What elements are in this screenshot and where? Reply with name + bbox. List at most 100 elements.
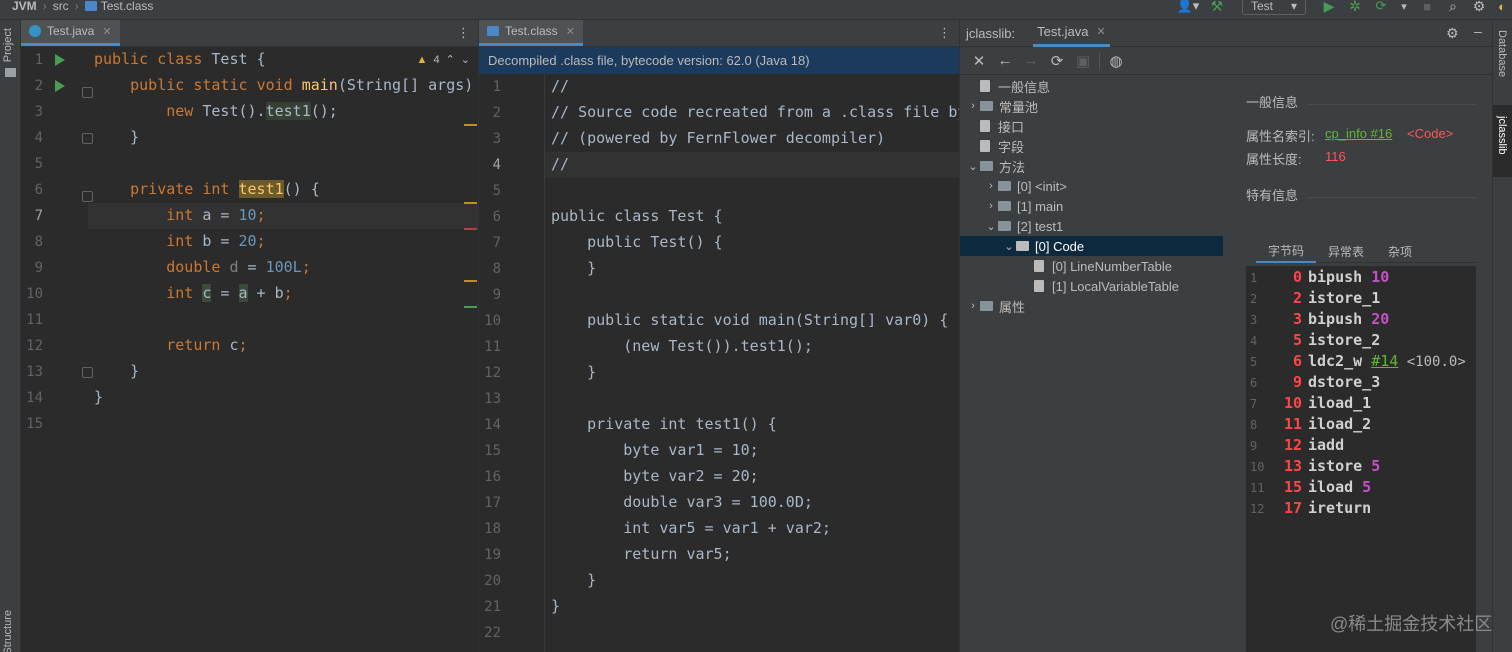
breadcrumb-file[interactable]: Test.class bbox=[101, 0, 154, 13]
bytecode-offset: 13 bbox=[1283, 457, 1302, 475]
chevron-right-icon[interactable]: › bbox=[966, 100, 980, 112]
more-options-icon[interactable]: ⋮ bbox=[938, 25, 951, 41]
project-tool-icon[interactable] bbox=[5, 68, 16, 77]
tree-node-label: 常量池 bbox=[999, 99, 1039, 115]
back-arrow-icon[interactable]: ← bbox=[992, 52, 1018, 69]
tab-test-java[interactable]: Test.java ✕ bbox=[21, 20, 120, 46]
gear-icon[interactable]: ⚙ bbox=[1466, 0, 1492, 15]
constant-pool-link[interactable]: #14 bbox=[1371, 352, 1398, 370]
run-gutter-icon[interactable] bbox=[55, 54, 65, 66]
fold-icon[interactable] bbox=[82, 367, 93, 378]
coverage-icon[interactable]: ⟳ bbox=[1368, 0, 1394, 14]
tree-node[interactable]: ⌄ [2] test1 bbox=[984, 216, 1063, 236]
inspection-widget[interactable]: ▲ 4 ⌃ ⌄ bbox=[417, 53, 470, 67]
tree-node[interactable]: 字段 bbox=[966, 136, 1024, 156]
tab-exception-table[interactable]: 异常表 bbox=[1316, 240, 1376, 263]
tree-node[interactable]: › 属性 bbox=[966, 296, 1025, 316]
tree-node[interactable]: ⌄ [0] Code bbox=[1002, 236, 1084, 256]
breadcrumb-folder[interactable]: src bbox=[53, 0, 69, 13]
close-icon[interactable]: ✕ bbox=[966, 52, 992, 70]
code-area[interactable]: 1 2 3 4 5 6 7 8 9 10 11 12 13 14 15 ▲ 4 ⌃ ⌄ public cla… bbox=[21, 47, 478, 652]
tree-node-label: 字段 bbox=[998, 139, 1025, 155]
run-icon[interactable]: ▶ bbox=[1316, 0, 1342, 15]
more-options-icon[interactable]: ⋮ bbox=[457, 25, 470, 41]
jclasslib-tool-tab[interactable]: jclasslib bbox=[1496, 116, 1508, 155]
tree-node[interactable]: [1] LocalVariableTable bbox=[1020, 276, 1179, 296]
tree-node[interactable]: [0] LineNumberTable bbox=[1020, 256, 1172, 276]
chevron-down-icon[interactable]: ⌄ bbox=[984, 220, 998, 233]
save-icon[interactable]: ▣ bbox=[1070, 52, 1096, 70]
tab-label: Test.class bbox=[505, 24, 558, 38]
structure-tool-tab[interactable]: Structure bbox=[2, 610, 14, 652]
tree-selection-highlight bbox=[960, 236, 1223, 256]
code-area[interactable]: 1 2 3 4 5 6 7 8 9 10 11 12 13 14 15 16 17 18 19 20 21 22 ////… bbox=[479, 74, 959, 652]
code-line: new Test().test1(); bbox=[94, 102, 338, 120]
line-number: 11 bbox=[1250, 481, 1265, 495]
bytecode-line: 7 10 iload_1 bbox=[1250, 394, 1371, 412]
user-icon[interactable]: 👤▾ bbox=[1174, 0, 1202, 14]
tree-node-label: [0] LineNumberTable bbox=[1052, 258, 1172, 274]
fold-icon[interactable] bbox=[82, 133, 93, 144]
operand: 10 bbox=[1362, 268, 1390, 286]
code-line: public static void main(String[] args) { bbox=[94, 76, 478, 94]
search-icon[interactable]: ⌕ bbox=[1440, 0, 1466, 15]
line-number: 3 bbox=[1250, 313, 1258, 327]
project-tool-tab[interactable]: Project bbox=[2, 28, 14, 62]
chevron-up-icon[interactable]: ⌃ bbox=[446, 53, 455, 66]
run-config-select[interactable]: Test ▾ bbox=[1241, 0, 1306, 15]
close-icon[interactable]: ✕ bbox=[566, 25, 575, 38]
chevron-right-icon[interactable]: › bbox=[966, 300, 980, 312]
bytecode-line: 5 6 ldc2_w #14 <100.0> bbox=[1250, 352, 1466, 370]
folder-icon bbox=[998, 221, 1011, 231]
build-hammer-icon[interactable]: ⚒ bbox=[1202, 0, 1232, 15]
tree-node[interactable]: 一般信息 bbox=[966, 76, 1050, 96]
tab-test-class[interactable]: Test.class ✕ bbox=[479, 20, 583, 46]
fold-icon[interactable] bbox=[82, 191, 93, 202]
debug-bug-icon[interactable]: ✲ bbox=[1342, 0, 1368, 15]
chevron-down-icon[interactable]: ⌄ bbox=[966, 160, 980, 173]
cp-info-link[interactable]: cp_info #16 bbox=[1325, 126, 1392, 141]
code-subtabs: 字节码 异常表 杂项 bbox=[1256, 240, 1476, 263]
attr-name-label: 属性名索引: bbox=[1246, 129, 1315, 144]
forward-arrow-icon[interactable]: → bbox=[1018, 52, 1044, 69]
run-gutter-icon[interactable] bbox=[55, 80, 65, 92]
tree-node[interactable]: ⌄ 方法 bbox=[966, 156, 1025, 176]
web-globe-icon[interactable]: ◍ bbox=[1103, 52, 1129, 70]
breadcrumb-project[interactable]: JVM bbox=[12, 0, 37, 13]
line-number: 6 bbox=[492, 209, 501, 225]
tab-jclasslib-test-java[interactable]: Test.java ✕ bbox=[1033, 20, 1110, 47]
code-token: new bbox=[166, 102, 203, 120]
stop-icon[interactable]: ■ bbox=[1414, 0, 1440, 14]
tree-node-label: 接口 bbox=[998, 119, 1025, 135]
fold-icon[interactable] bbox=[82, 87, 93, 98]
database-tool-tab[interactable]: Database bbox=[1496, 30, 1508, 77]
bytecode-offset: 11 bbox=[1283, 415, 1302, 433]
close-icon[interactable]: ✕ bbox=[1096, 25, 1105, 38]
tree-node[interactable]: › [0] <init> bbox=[984, 176, 1067, 196]
line-number: 2 bbox=[1250, 292, 1258, 306]
ide-window: JVM › src › Test.class 👤▾ ⚒ Test ▾ ▶ ✲ ⟳… bbox=[0, 0, 1512, 652]
code-token: test1 bbox=[265, 102, 311, 120]
close-icon[interactable]: ✕ bbox=[102, 25, 111, 38]
warning-count: 4 bbox=[433, 53, 440, 66]
attr-name-value: <Code> bbox=[1407, 126, 1454, 141]
tab-bytecode[interactable]: 字节码 bbox=[1256, 240, 1317, 263]
bytecode-listing[interactable]: 1 0 bipush 10 2 2 istore_1 3 3 bipush 20 4 5 istore… bbox=[1246, 266, 1476, 652]
chevron-down-icon[interactable]: ⌄ bbox=[1002, 240, 1016, 253]
line-number: 8 bbox=[34, 234, 43, 250]
opcode: iadd bbox=[1308, 436, 1345, 454]
code-token: private bbox=[130, 180, 203, 198]
attr-length-value: 116 bbox=[1325, 149, 1346, 164]
tree-node[interactable]: 接口 bbox=[966, 116, 1024, 136]
more-run-options-icon[interactable]: ▾ bbox=[1394, 0, 1414, 13]
gear-icon[interactable]: ⚙ bbox=[1446, 25, 1459, 42]
refresh-icon[interactable]: ⟳ bbox=[1044, 52, 1070, 70]
minimize-icon[interactable]: – bbox=[1474, 23, 1482, 39]
error-marker bbox=[464, 228, 477, 230]
tree-node[interactable]: › [1] main bbox=[984, 196, 1063, 216]
chevron-right-icon[interactable]: › bbox=[984, 180, 998, 192]
chevron-down-icon[interactable]: ⌄ bbox=[461, 53, 470, 66]
chevron-right-icon[interactable]: › bbox=[984, 200, 998, 212]
tab-misc[interactable]: 杂项 bbox=[1376, 240, 1424, 263]
tree-node[interactable]: › 常量池 bbox=[966, 96, 1038, 116]
